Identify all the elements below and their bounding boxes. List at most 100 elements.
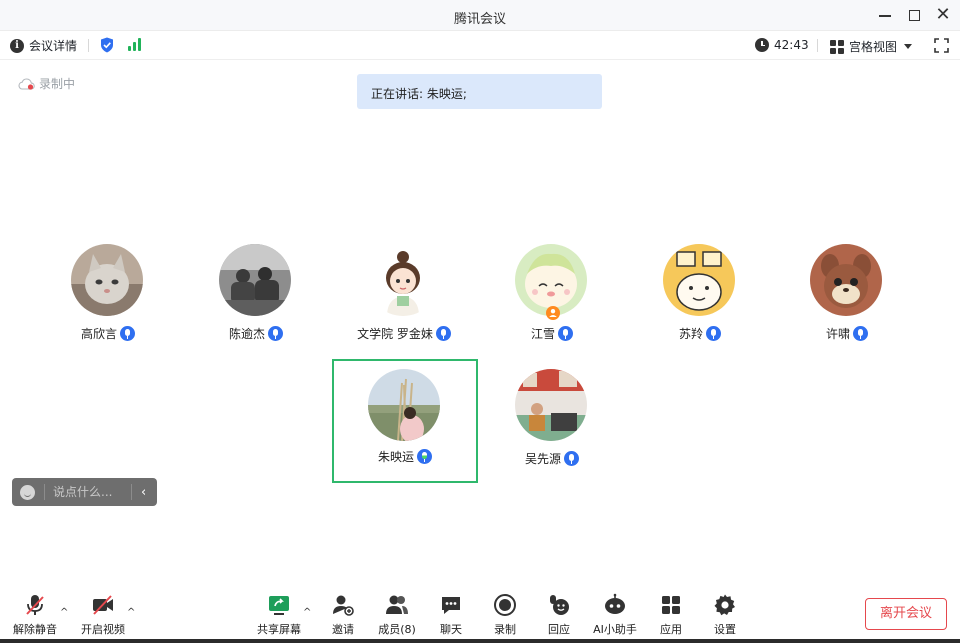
participant-name: 苏羚	[678, 327, 703, 341]
invite-label: 邀请	[332, 623, 354, 636]
meeting-timer: 42:43	[755, 38, 809, 52]
record-icon	[494, 594, 516, 616]
divider	[131, 484, 132, 500]
recording-label: 录制中	[39, 77, 76, 91]
title-bar: 腾讯会议 ✕	[0, 0, 960, 31]
view-mode-label: 宫格视图	[849, 40, 898, 54]
participant-name: 朱映运	[377, 450, 414, 464]
participant-name-row: 许啸	[774, 325, 920, 342]
start-video-label: 开启视频	[81, 623, 125, 636]
members-button[interactable]: 成员(8)	[368, 593, 426, 637]
mic-status-icon	[268, 326, 283, 341]
participant-tile[interactable]: 苏羚	[627, 236, 773, 360]
mic-status-icon	[706, 326, 721, 341]
mic-status-icon	[120, 326, 135, 341]
quick-chat-bar: ‹	[12, 478, 157, 506]
participant-name-row: 朱映运	[334, 448, 476, 465]
participant-name-row: 吴先源	[479, 450, 625, 467]
participant-name: 文学院 罗金妹	[357, 327, 433, 341]
unmute-button[interactable]: 解除静音	[6, 593, 64, 637]
apps-grid-icon	[662, 596, 680, 614]
view-mode-dropdown[interactable]: 宫格视图	[830, 38, 913, 55]
share-screen-button[interactable]: 共享屏幕	[250, 593, 308, 637]
members-label: 成员(8)	[378, 623, 416, 636]
participant-name: 吴先源	[524, 452, 561, 466]
participant-name: 陈逾杰	[228, 327, 265, 341]
chat-bubble-icon	[442, 597, 460, 614]
mic-status-icon	[558, 326, 573, 341]
avatar	[219, 244, 291, 316]
record-label: 录制	[494, 623, 516, 636]
add-user-icon	[333, 595, 354, 616]
mic-speaking-icon	[417, 449, 432, 464]
close-button[interactable]: ✕	[934, 6, 952, 24]
host-badge-icon	[546, 306, 560, 320]
signal-icon[interactable]	[128, 38, 142, 51]
cloud-record-icon	[18, 77, 35, 90]
participant-name: 高欣言	[80, 327, 117, 341]
active-speaker-banner: 正在讲话: 朱映运;	[357, 74, 602, 109]
echo-label: 回应	[548, 623, 570, 636]
chat-input[interactable]	[53, 485, 127, 499]
participant-name-row: 文学院 罗金妹	[331, 325, 477, 342]
reaction-icon	[550, 595, 569, 615]
recording-indicator: 录制中	[18, 75, 75, 92]
settings-label: 设置	[714, 623, 736, 636]
emoji-icon[interactable]	[20, 484, 35, 500]
start-video-button[interactable]: 开启视频	[74, 593, 132, 637]
participant-name-row: 江雪	[479, 325, 625, 342]
invite-button[interactable]: 邀请	[314, 593, 372, 637]
maximize-button[interactable]	[905, 6, 923, 24]
gear-icon	[714, 594, 735, 616]
participant-tile[interactable]: 文学院 罗金妹	[331, 236, 477, 360]
avatar	[810, 244, 882, 316]
participant-tile[interactable]: 吴先源	[479, 361, 625, 485]
participant-name: 江雪	[530, 327, 555, 341]
participant-tile[interactable]: 高欣言	[35, 236, 181, 360]
settings-button[interactable]: 设置	[696, 593, 754, 637]
members-icon	[386, 595, 408, 614]
minimize-button[interactable]	[876, 6, 894, 24]
fullscreen-icon[interactable]	[934, 38, 949, 53]
participant-tile[interactable]: 陈逾杰	[183, 236, 329, 360]
avatar	[663, 244, 735, 316]
elapsed-time: 42:43	[774, 38, 809, 52]
avatar	[515, 369, 587, 441]
meeting-details-button[interactable]: i 会议详情	[10, 37, 77, 54]
chevron-down-icon	[904, 44, 913, 49]
apps-button[interactable]: 应用	[642, 593, 700, 637]
avatar	[368, 369, 440, 441]
video-options-caret[interactable]: ^	[127, 607, 137, 618]
taskbar-edge	[0, 639, 960, 643]
meeting-details-label: 会议详情	[29, 39, 78, 53]
ai-assistant-button[interactable]: AI小助手	[586, 593, 644, 637]
info-icon: i	[10, 38, 24, 53]
unmute-label: 解除静音	[13, 623, 57, 636]
ai-assistant-label: AI小助手	[593, 623, 637, 636]
participant-tile-active-speaker[interactable]: 朱映运	[332, 359, 478, 483]
chat-label: 聊天	[440, 623, 462, 636]
share-screen-icon	[269, 596, 289, 615]
participant-name: 许啸	[825, 327, 850, 341]
apps-label: 应用	[660, 623, 682, 636]
window-title: 腾讯会议	[453, 12, 506, 27]
participant-tile[interactable]: 许啸	[774, 236, 920, 360]
mic-options-caret[interactable]: ^	[60, 607, 70, 618]
divider	[817, 39, 818, 52]
record-button[interactable]: 录制	[476, 593, 534, 637]
grid-icon	[830, 39, 844, 54]
shield-icon[interactable]	[100, 37, 114, 53]
ai-assistant-icon	[605, 593, 625, 614]
clock-icon	[755, 38, 769, 52]
chevron-left-icon[interactable]: ‹	[141, 485, 146, 500]
chat-button[interactable]: 聊天	[422, 593, 480, 637]
share-options-caret[interactable]: ^	[303, 607, 313, 618]
share-screen-label: 共享屏幕	[257, 623, 301, 636]
echo-button[interactable]: 回应	[530, 593, 588, 637]
meeting-info-bar: i 会议详情 42:43 宫格视图	[0, 31, 960, 60]
participant-name-row: 苏羚	[627, 325, 773, 342]
meeting-toolbar: 解除静音 ^ 开启视频 ^ 共享屏幕 ^ 邀请 成员(8) 聊天 录制 回应 A…	[0, 585, 960, 643]
leave-meeting-button[interactable]: 离开会议	[865, 598, 947, 630]
participant-name-row: 高欣言	[35, 325, 181, 342]
participant-tile[interactable]: 江雪	[479, 236, 625, 360]
